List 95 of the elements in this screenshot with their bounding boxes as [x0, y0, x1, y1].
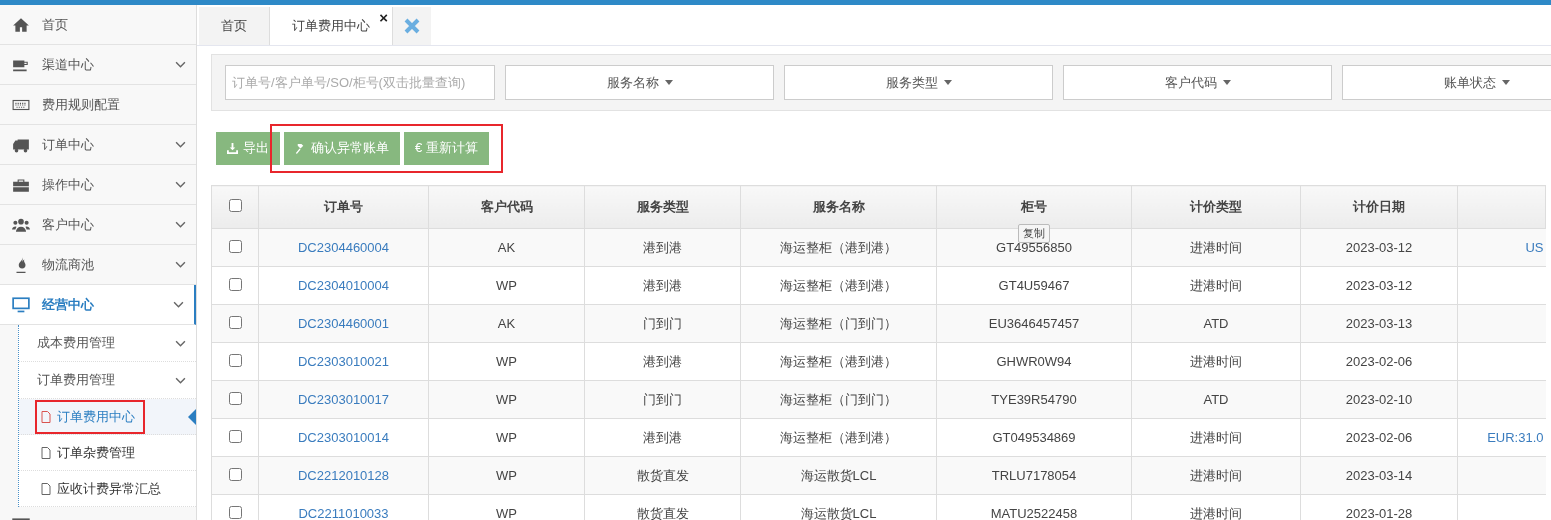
- table-cell: 2023-02-06: [1345, 354, 1413, 369]
- row-checkbox[interactable]: [228, 239, 242, 253]
- row-checkbox[interactable]: [228, 277, 242, 291]
- table-cell: 海运整柜（港到港）: [780, 429, 897, 445]
- row-checkbox[interactable]: [228, 315, 242, 329]
- column-header: 计价类型: [1131, 185, 1301, 229]
- column-header: 服务类型: [584, 185, 741, 229]
- table-cell: 海运整柜（港到港）: [780, 277, 897, 293]
- table-cell: ATD: [1203, 392, 1229, 407]
- table-cell: 海运整柜（港到港）: [780, 353, 897, 369]
- table-cell: ATD: [1203, 316, 1229, 331]
- sidebar-item[interactable]: 客户中心: [0, 205, 196, 245]
- table-cell: 门到门: [643, 315, 682, 331]
- table-cell: EUR:31.0: [1487, 430, 1544, 445]
- sidebar-item[interactable]: 费用规则配置: [0, 85, 196, 125]
- sidebar-item[interactable]: 操作中心: [0, 165, 196, 205]
- dropdown[interactable]: 服务类型: [784, 65, 1053, 100]
- table-cell: GT049534869: [992, 430, 1076, 445]
- file-icon: [41, 446, 51, 459]
- table-cell: 进港时间: [1190, 429, 1242, 445]
- table-cell: 港到港: [643, 353, 682, 369]
- table-cell: EU3646457457: [988, 316, 1080, 331]
- row-checkbox[interactable]: [228, 391, 242, 405]
- table-cell: 2023-03-12: [1345, 240, 1413, 255]
- row-checkbox[interactable]: [228, 505, 242, 519]
- table-cell: 散货直发: [636, 505, 689, 520]
- column-header: 订单号: [258, 185, 429, 229]
- table-cell: GHWR0W94: [996, 354, 1072, 369]
- table-cell: WP: [496, 354, 517, 369]
- table-cell: 海运整柜（港到港）: [780, 239, 897, 255]
- table-cell: TRLU7178054: [991, 468, 1077, 483]
- row-checkbox[interactable]: [228, 467, 242, 481]
- close-icon: [403, 17, 421, 35]
- chevron-down-icon: [175, 339, 186, 347]
- column-header: 计价日期: [1300, 185, 1458, 229]
- table-cell: WP: [496, 430, 517, 445]
- table-cell: 海运整柜（门到门）: [780, 315, 897, 331]
- sidebar-item[interactable]: 经营中心: [0, 285, 196, 325]
- submenu-link[interactable]: 应收计费异常汇总: [35, 471, 171, 506]
- download-icon: [227, 142, 238, 154]
- table-cell: 海运散货LCL: [800, 505, 877, 520]
- column-header: 柜号: [936, 185, 1132, 229]
- dropdown[interactable]: 账单状态: [1342, 65, 1551, 100]
- table-cell: 2023-03-12: [1345, 278, 1413, 293]
- select-all-checkbox[interactable]: [228, 199, 242, 212]
- table-cell: TYE39R54790: [991, 392, 1077, 407]
- row-checkbox[interactable]: [228, 429, 242, 443]
- sidebar-item[interactable]: 首页: [0, 5, 196, 45]
- dropdown[interactable]: 服务名称: [505, 65, 774, 100]
- table-cell: MATU2522458: [990, 506, 1078, 520]
- submenu-link[interactable]: 订单杂费管理: [35, 435, 145, 470]
- tab[interactable]: 首页: [199, 7, 270, 45]
- table-cell: 2023-02-10: [1345, 392, 1413, 407]
- dropdown[interactable]: 客户代码: [1063, 65, 1332, 100]
- table-cell: AK: [497, 316, 516, 331]
- table-cell: WP: [496, 468, 517, 483]
- chevron-down-icon: [175, 376, 186, 384]
- table-cell: 2023-03-13: [1345, 316, 1413, 331]
- sidebar-item[interactable]: 订单中心: [0, 125, 196, 165]
- close-tab-button[interactable]: ×: [379, 9, 388, 26]
- table-cell: 进港时间: [1190, 467, 1242, 483]
- table-cell: 港到港: [643, 277, 682, 293]
- file-icon: [41, 482, 51, 495]
- table-cell: 2023-02-06: [1345, 430, 1413, 445]
- table-cell: 2023-01-28: [1345, 506, 1413, 520]
- table-cell: 进港时间: [1190, 277, 1242, 293]
- table-cell: 进港时间: [1190, 239, 1242, 255]
- table-cell: 散货直发: [636, 467, 689, 483]
- table-cell: 海运整柜（门到门）: [780, 391, 897, 407]
- active-item-indicator: [188, 408, 196, 426]
- table-cell: WP: [496, 392, 517, 407]
- sidebar-item[interactable]: 渠道中心: [0, 45, 196, 85]
- table-cell: AK: [497, 240, 516, 255]
- column-header: 服务名称: [740, 185, 937, 229]
- table-cell: WP: [496, 506, 517, 520]
- column-header: 客户代码: [428, 185, 585, 229]
- table-cell: 进港时间: [1190, 353, 1242, 369]
- table-cell: 门到门: [643, 391, 682, 407]
- submenu-item[interactable]: 成本费用管理: [19, 325, 196, 362]
- table-cell: GT49556850: [996, 240, 1072, 255]
- hammer-icon: [295, 142, 306, 154]
- tooltip: 复制: [1018, 224, 1050, 243]
- search-field[interactable]: 订单号/客户单号/SO/柜号(双击批量查询): [225, 65, 495, 100]
- row-checkbox[interactable]: [228, 353, 242, 367]
- file-icon: [41, 410, 51, 423]
- table-cell: 进港时间: [1190, 505, 1242, 520]
- table-cell: 海运散货LCL: [800, 467, 877, 483]
- table-cell: GT4U59467: [998, 278, 1070, 293]
- table-cell: 港到港: [643, 429, 682, 445]
- submenu-link[interactable]: 订单费用中心: [35, 399, 145, 434]
- monitor-icon: [12, 295, 30, 314]
- table-cell: 2023-03-14: [1345, 468, 1413, 483]
- table-cell: WP: [496, 278, 517, 293]
- table-cell: 港到港: [643, 239, 682, 255]
- table-cell: US: [1525, 240, 1544, 255]
